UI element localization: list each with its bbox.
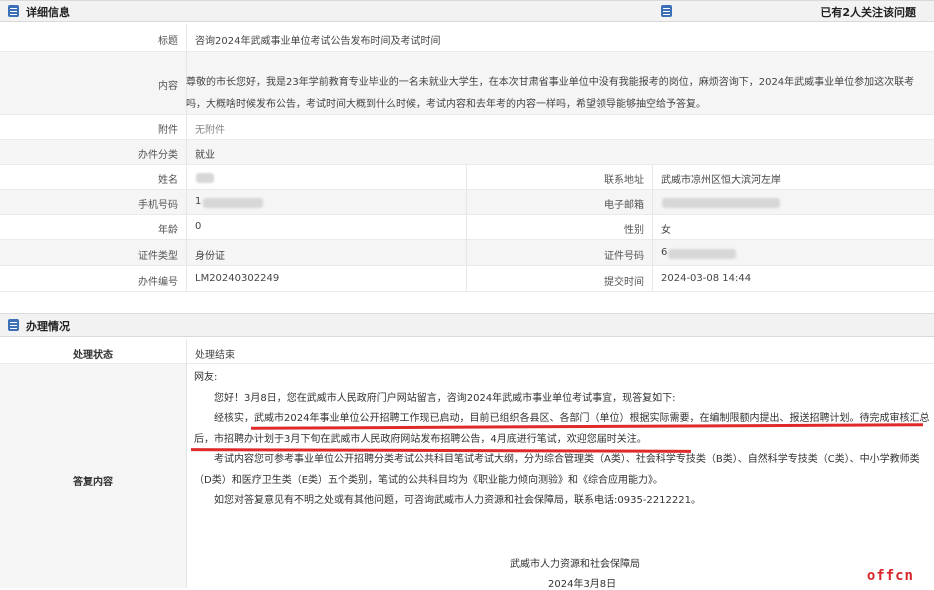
case-number-label: 办件编号 — [138, 273, 178, 288]
reply-label: 答复内容 — [0, 473, 186, 488]
reply-paragraph-2: 经核实，武威市2024年事业单位公开招聘工作现已启动，目前已组织各县区、各部门（… — [194, 409, 930, 450]
redacted-email — [662, 198, 780, 208]
phone-value: 1 — [195, 196, 201, 207]
case-number-value: LM20240302249 — [195, 273, 279, 284]
handling-header: 办理情况 — [0, 313, 934, 337]
reply-greeting: 网友: — [194, 368, 930, 389]
attachment-label: 附件 — [158, 121, 178, 136]
reply-paragraph-1: 您好！3月8日，您在武威市人民政府门户网站留言，咨询2024年武威市事业单位考试… — [194, 389, 930, 410]
reply-content: 网友: 您好！3月8日，您在武威市人民政府门户网站留言，咨询2024年武威市事业… — [194, 368, 930, 512]
document-icon — [8, 5, 19, 17]
id-type-label: 证件类型 — [138, 247, 178, 262]
age-label: 年龄 — [158, 221, 178, 236]
reply-row: 答复内容 网友: 您好！3月8日，您在武威市人民政府门户网站留言，咨询2024年… — [0, 364, 934, 588]
reply-paragraph-3: 考试内容您可参考事业单位公开招聘分类考试公共科目笔试考试大纲，分为综合管理类（A… — [194, 450, 930, 491]
age-row: 年龄 0 性别 女 — [0, 215, 934, 240]
follow-count-link[interactable]: 已有2人关注该问题 — [820, 4, 916, 20]
redacted-phone — [203, 198, 263, 208]
reply-signature: 武威市人力资源和社会保障局 — [510, 555, 640, 570]
submit-time-value: 2024-03-08 14:44 — [661, 273, 751, 284]
content-label: 内容 — [158, 77, 178, 92]
details-header: 详细信息 已有2人关注该问题 — [0, 0, 934, 22]
title-row: 标题 咨询2024年武威事业单位考试公告发布时间及考试时间 — [0, 24, 934, 52]
address-value: 武威市凉州区恒大滨河左岸 — [661, 171, 781, 186]
redacted-name — [196, 173, 214, 183]
details-section-title: 详细信息 — [26, 4, 70, 20]
content-row: 内容 尊敬的市长您好，我是23年学前教育专业毕业的一名未就业大学生，在本次甘肃省… — [0, 52, 934, 115]
email-label: 电子邮箱 — [604, 196, 644, 211]
category-value: 就业 — [195, 146, 215, 161]
offcn-watermark: offcn — [867, 568, 914, 584]
age-value: 0 — [195, 221, 201, 232]
name-label: 姓名 — [158, 171, 178, 186]
gender-value: 女 — [661, 221, 671, 236]
title-label: 标题 — [158, 32, 178, 47]
phone-row: 手机号码 1 电子邮箱 — [0, 190, 934, 215]
address-label: 联系地址 — [604, 171, 644, 186]
handling-section-title: 办理情况 — [26, 318, 70, 334]
status-label: 处理状态 — [0, 346, 186, 361]
reply-paragraph-4: 如您对答复意见有不明之处或有其他问题，可咨询武威市人力资源和社会保障局，联系电话… — [194, 491, 930, 512]
attachment-value: 无附件 — [195, 121, 225, 136]
name-row: 姓名 联系地址 武威市凉州区恒大滨河左岸 — [0, 165, 934, 190]
document-icon — [661, 5, 672, 17]
id-number-value: 6 — [661, 247, 667, 258]
content-value: 尊敬的市长您好，我是23年学前教育专业毕业的一名未就业大学生，在本次甘肃省事业单… — [186, 72, 930, 116]
document-icon — [8, 319, 19, 331]
submit-time-label: 提交时间 — [604, 273, 644, 288]
category-row: 办件分类 就业 — [0, 140, 934, 165]
redacted-id-number — [668, 249, 736, 259]
id-row: 证件类型 身份证 证件号码 6 — [0, 240, 934, 266]
id-type-value: 身份证 — [195, 247, 225, 262]
attachment-row: 附件 无附件 — [0, 115, 934, 140]
case-row: 办件编号 LM20240302249 提交时间 2024-03-08 14:44 — [0, 266, 934, 292]
phone-label: 手机号码 — [138, 196, 178, 211]
title-value: 咨询2024年武威事业单位考试公告发布时间及考试时间 — [195, 32, 440, 47]
category-label: 办件分类 — [138, 146, 178, 161]
status-row: 处理状态 处理结束 — [0, 339, 934, 364]
status-value: 处理结束 — [195, 346, 235, 361]
gender-label: 性别 — [624, 221, 644, 236]
id-number-label: 证件号码 — [604, 247, 644, 262]
